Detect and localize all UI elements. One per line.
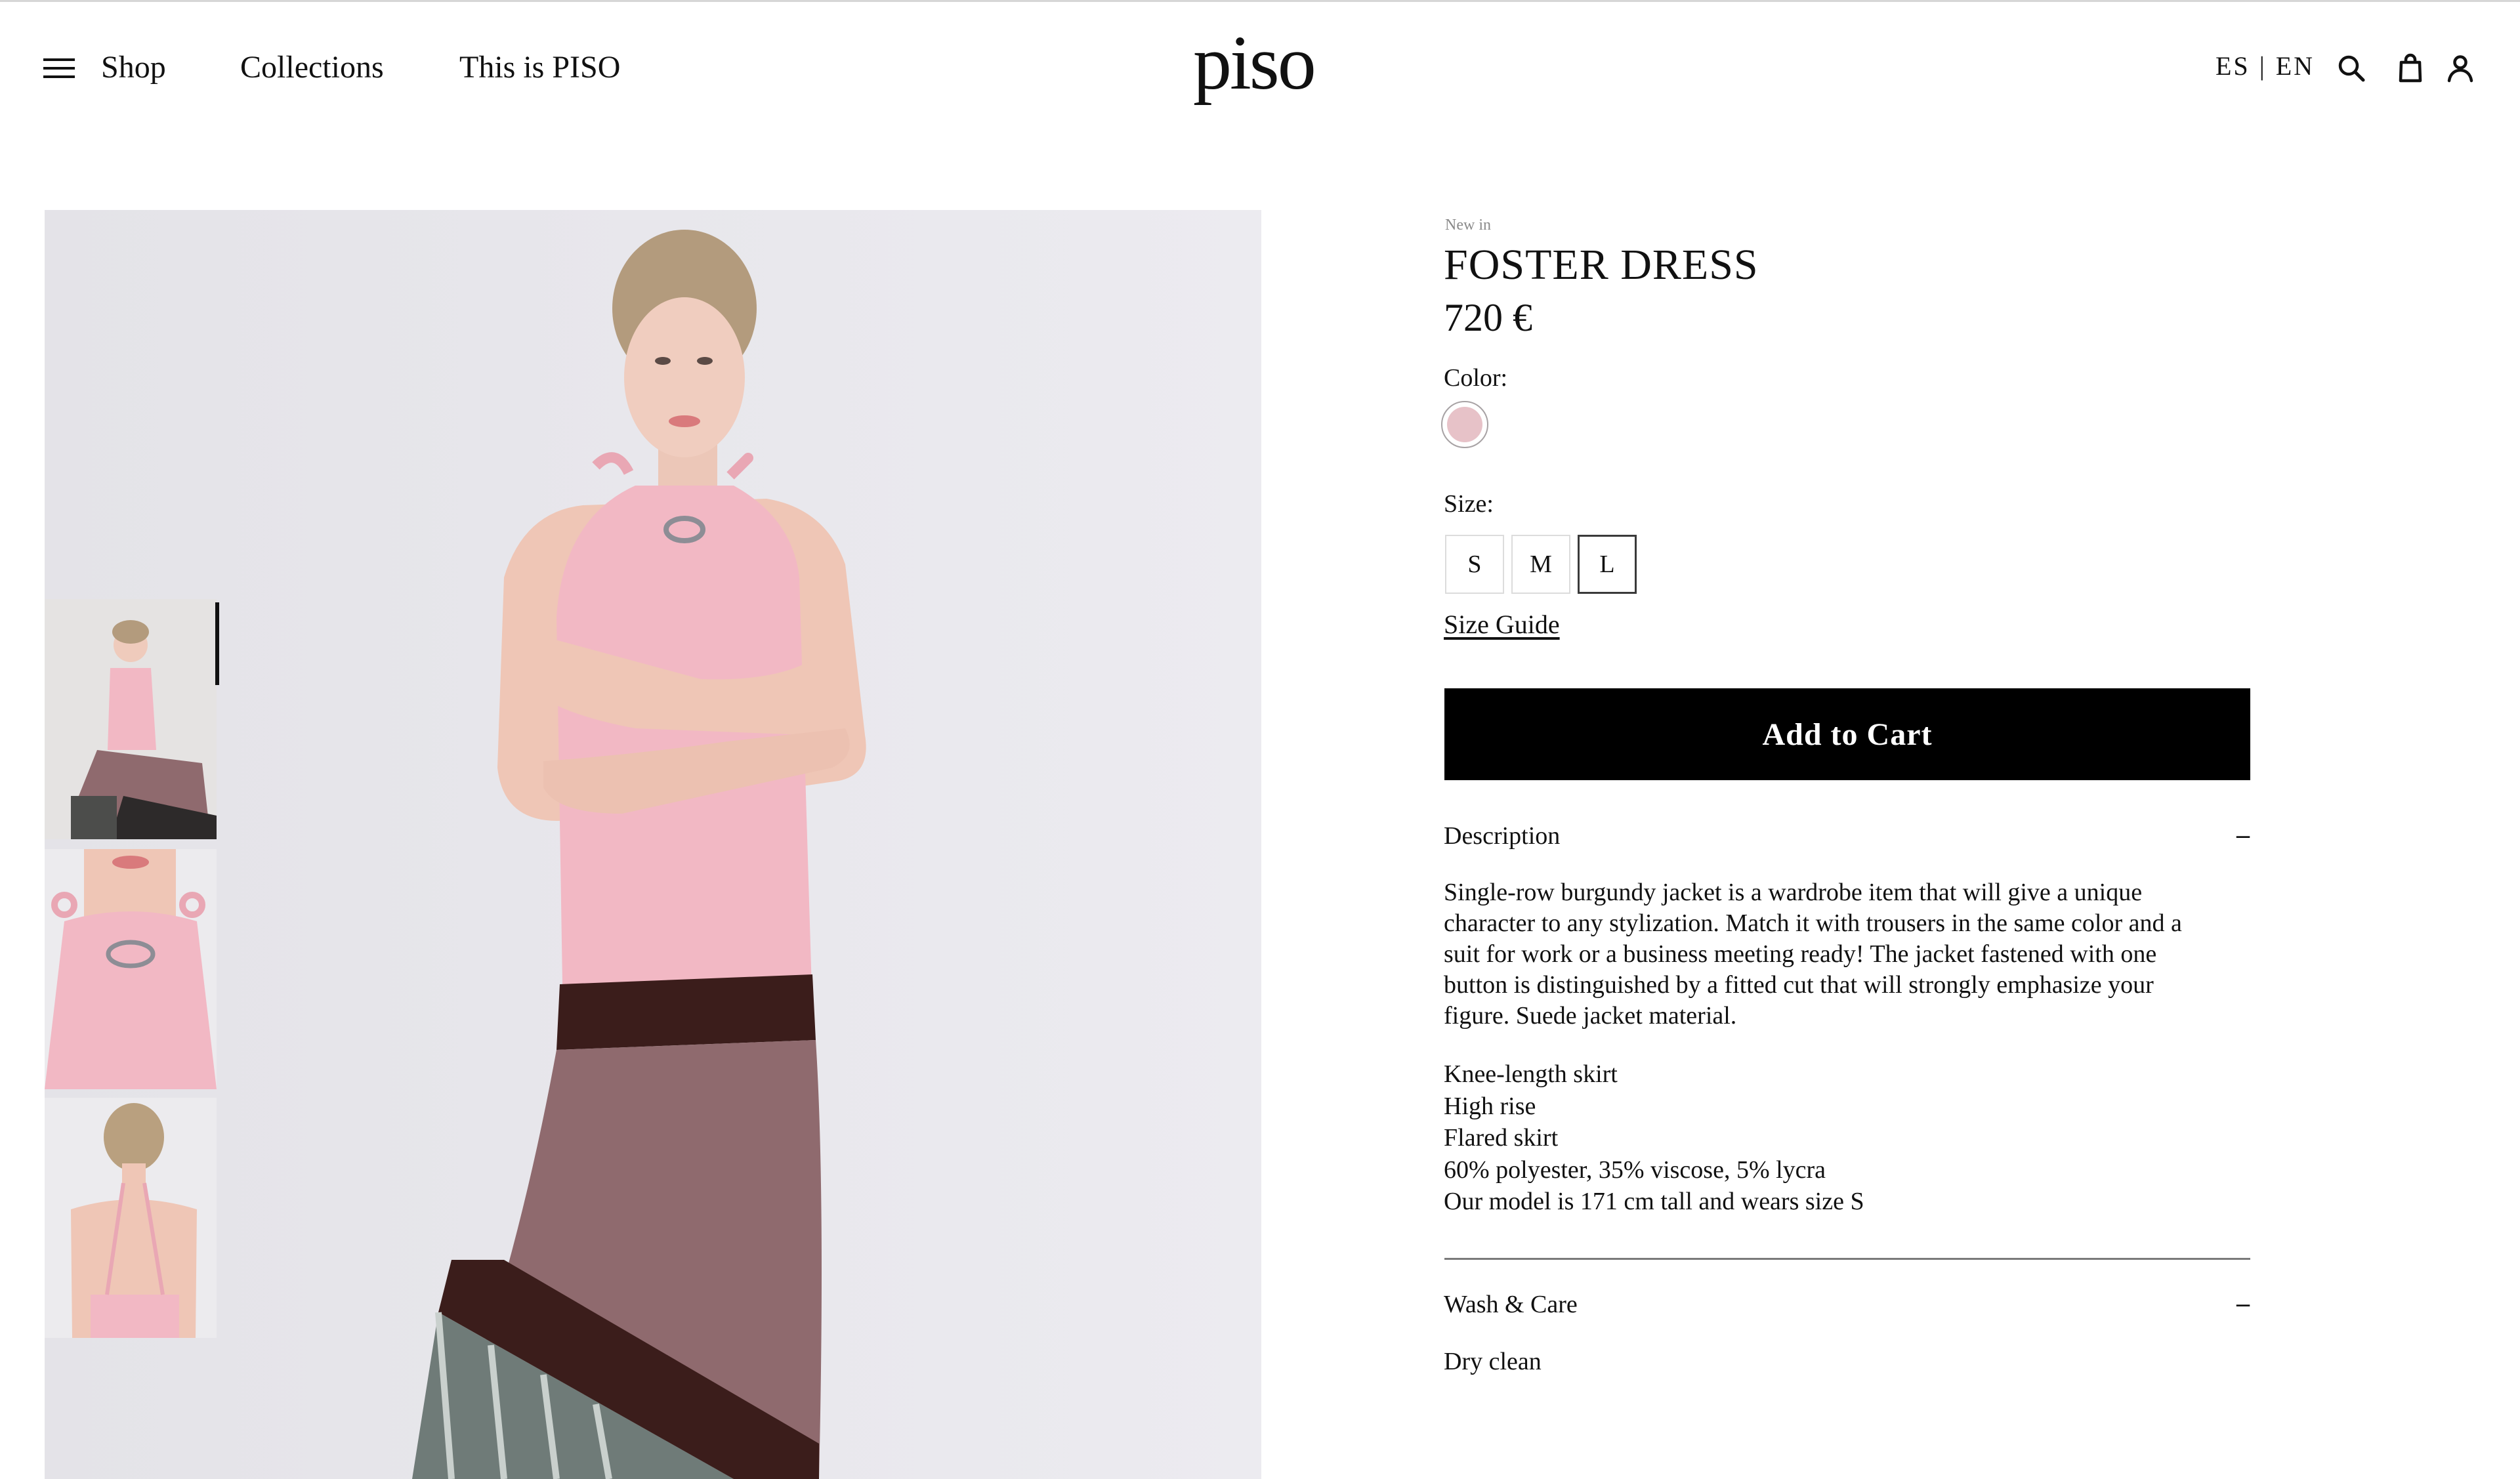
- thumbnail-active-indicator: [215, 602, 219, 685]
- size-option-m[interactable]: M: [1511, 535, 1570, 594]
- description-text: Single-row burgundy jacket is a wardrobe…: [1444, 879, 2182, 1030]
- section-divider: [1444, 1258, 2250, 1260]
- site-header: Shop Collections This is PISO piso ES | EN: [0, 2, 2520, 131]
- feature-item: Knee-length skirt: [1444, 1060, 1618, 1088]
- bag-icon[interactable]: [2395, 53, 2426, 83]
- feature-item: High rise: [1444, 1092, 1536, 1120]
- wash-care-text: Dry clean: [1444, 1348, 1542, 1375]
- thumbnail-3[interactable]: [45, 1098, 217, 1338]
- lang-separator: |: [2259, 51, 2267, 81]
- nav-shop[interactable]: Shop: [101, 48, 166, 87]
- feature-item: Our model is 171 cm tall and wears size …: [1444, 1188, 1864, 1215]
- description-accordion-header[interactable]: Description –: [1444, 818, 2250, 854]
- thumbnail-1-image: [45, 599, 217, 839]
- size-label: Size:: [1444, 490, 1494, 518]
- lang-es[interactable]: ES: [2216, 51, 2250, 81]
- thumbnail-2[interactable]: [45, 849, 217, 1089]
- thumbnail-2-image: [45, 849, 217, 1089]
- search-icon[interactable]: [2336, 53, 2366, 83]
- size-guide-link[interactable]: Size Guide: [1444, 608, 1560, 642]
- brand-logo[interactable]: piso: [1193, 20, 1316, 106]
- wash-care-accordion-header[interactable]: Wash & Care –: [1444, 1286, 2250, 1323]
- collapse-icon[interactable]: –: [2236, 1286, 2250, 1320]
- color-swatch-pink[interactable]: [1441, 401, 1488, 448]
- feature-item: Flared skirt: [1444, 1124, 1559, 1152]
- product-price: 720 €: [1444, 296, 1532, 339]
- language-switcher: ES | EN: [2216, 49, 2315, 83]
- thumbnail-3-image: [45, 1098, 217, 1338]
- product-title: FOSTER DRESS: [1444, 241, 1759, 289]
- thumbnail-1[interactable]: [45, 599, 217, 839]
- product-main-image[interactable]: [45, 210, 1261, 1479]
- model-photo: [45, 210, 1261, 1479]
- size-option-l[interactable]: L: [1578, 535, 1637, 594]
- user-icon[interactable]: [2445, 53, 2475, 83]
- menu-icon[interactable]: [43, 58, 75, 78]
- lang-en[interactable]: EN: [2276, 51, 2315, 81]
- new-in-badge: New in: [1445, 217, 1491, 234]
- collapse-icon[interactable]: –: [2236, 818, 2250, 852]
- color-label: Color:: [1444, 364, 1508, 392]
- nav-this-is-piso[interactable]: This is PISO: [459, 48, 620, 87]
- size-option-s[interactable]: S: [1445, 535, 1504, 594]
- add-to-cart-button[interactable]: Add to Cart: [1444, 688, 2250, 780]
- feature-item: 60% polyester, 35% viscose, 5% lycra: [1444, 1156, 1826, 1184]
- description-title: Description: [1444, 822, 1561, 850]
- wash-care-title: Wash & Care: [1444, 1291, 1578, 1318]
- nav-collections[interactable]: Collections: [240, 48, 384, 87]
- feature-list: Knee-length skirt High rise Flared skirt…: [1444, 1058, 2218, 1218]
